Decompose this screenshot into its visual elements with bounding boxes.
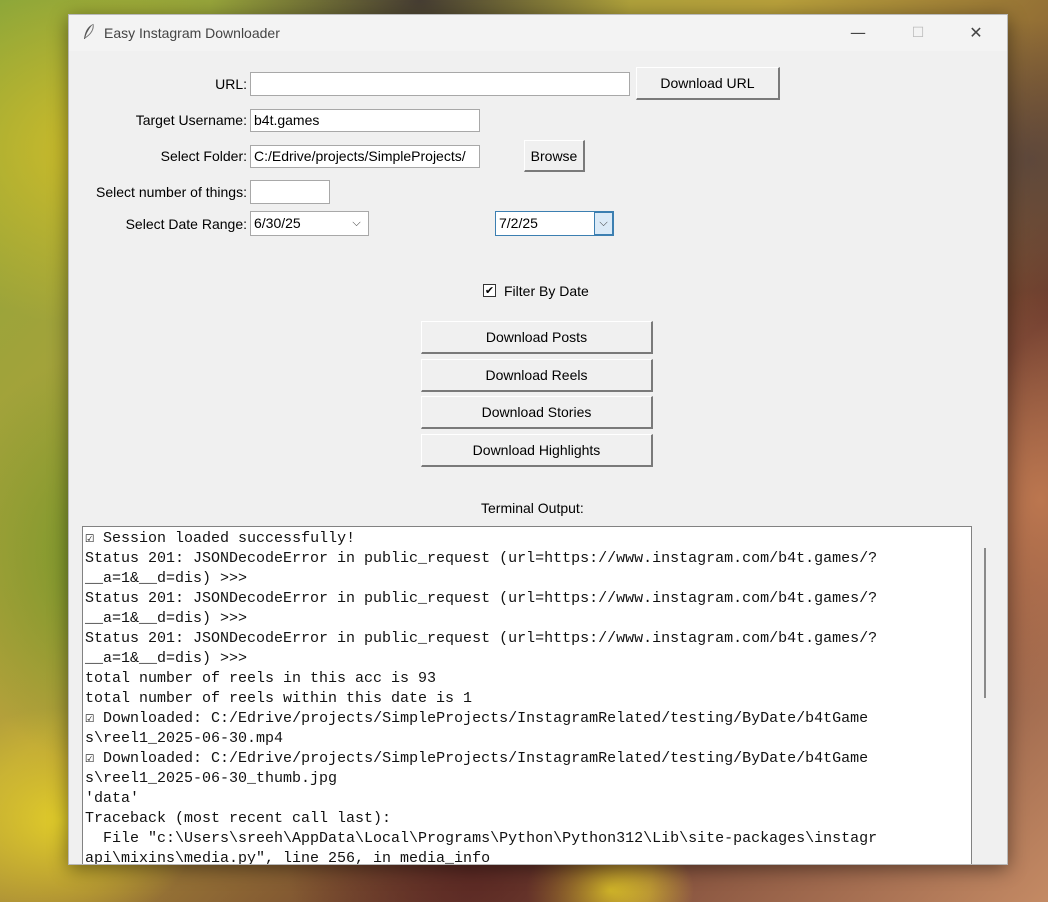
- terminal-line: total number of reels within this date i…: [85, 690, 473, 707]
- terminal-line: Traceback (most recent call last):: [85, 810, 392, 827]
- download-url-button[interactable]: Download URL: [636, 67, 780, 100]
- start-date-picker[interactable]: 6/30/25 ⌵: [250, 211, 369, 236]
- date-range-label: Select Date Range:: [125, 216, 247, 232]
- download-posts-button[interactable]: Download Posts: [421, 321, 653, 354]
- terminal-line: ☑ Downloaded: C:/Edrive/projects/SimpleP…: [85, 710, 869, 727]
- start-date-value: 6/30/25: [254, 215, 301, 231]
- close-button[interactable]: ✕: [953, 18, 999, 48]
- terminal-line: s\reel1_2025-06-30.mp4: [85, 730, 284, 747]
- terminal-line: total number of reels in this acc is 93: [85, 670, 437, 687]
- terminal-line: __a=1&__d=dis) >>>: [85, 570, 248, 587]
- url-input[interactable]: [250, 72, 630, 96]
- terminal-line: ☑ Downloaded: C:/Edrive/projects/SimpleP…: [85, 750, 869, 767]
- terminal-line: File "c:\Users\sreeh\AppData\Local\Progr…: [85, 830, 878, 847]
- terminal-line: Status 201: JSONDecodeError in public_re…: [85, 550, 878, 567]
- app-window: Easy Instagram Downloader — ☐ ✕ URL: Dow…: [68, 14, 1008, 865]
- download-highlights-button[interactable]: Download Highlights: [421, 434, 653, 467]
- count-input[interactable]: [250, 180, 330, 204]
- terminal-lines: ☑ Session loaded successfully! Status 201…: [85, 529, 877, 864]
- download-stories-button[interactable]: Download Stories: [421, 396, 653, 429]
- download-reels-button[interactable]: Download Reels: [421, 359, 653, 392]
- terminal-line: __a=1&__d=dis) >>>: [85, 650, 248, 667]
- filter-by-date-checkbox[interactable]: ✔: [483, 284, 496, 297]
- title-bar[interactable]: Easy Instagram Downloader — ☐ ✕: [69, 15, 1007, 51]
- chevron-down-icon[interactable]: ⌵: [594, 212, 613, 235]
- folder-input[interactable]: C:/Edrive/projects/SimpleProjects/: [250, 145, 480, 168]
- browse-button[interactable]: Browse: [524, 140, 585, 172]
- minimize-button[interactable]: —: [835, 18, 881, 48]
- username-input[interactable]: b4t.games: [250, 109, 480, 132]
- folder-label: Select Folder:: [160, 148, 247, 164]
- chevron-down-icon[interactable]: ⌵: [348, 214, 365, 233]
- terminal-line: Status 201: JSONDecodeError in public_re…: [85, 590, 878, 607]
- terminal-line: __a=1&__d=dis) >>>: [85, 610, 248, 627]
- terminal-line: 'data': [85, 790, 140, 807]
- count-label: Select number of things:: [96, 184, 247, 200]
- terminal-output[interactable]: ☑ Session loaded successfully! Status 201…: [82, 526, 972, 864]
- terminal-scrollbar[interactable]: [984, 548, 986, 698]
- terminal-line: s\reel1_2025-06-30_thumb.jpg: [85, 770, 338, 787]
- feather-icon: [84, 23, 94, 39]
- window-title: Easy Instagram Downloader: [104, 25, 280, 41]
- maximize-button[interactable]: ☐: [895, 18, 941, 48]
- filter-by-date-label: Filter By Date: [504, 283, 589, 299]
- end-date-value: 7/2/25: [499, 215, 538, 231]
- terminal-line: ☑ Session loaded successfully!: [85, 530, 356, 547]
- url-label: URL:: [215, 76, 247, 92]
- terminal-title: Terminal Output:: [481, 500, 584, 516]
- terminal-line: api\mixins\media.py", line 256, in media…: [85, 850, 491, 864]
- terminal-line: Status 201: JSONDecodeError in public_re…: [85, 630, 878, 647]
- username-label: Target Username:: [135, 112, 247, 128]
- end-date-picker[interactable]: 7/2/25 ⌵: [495, 211, 614, 236]
